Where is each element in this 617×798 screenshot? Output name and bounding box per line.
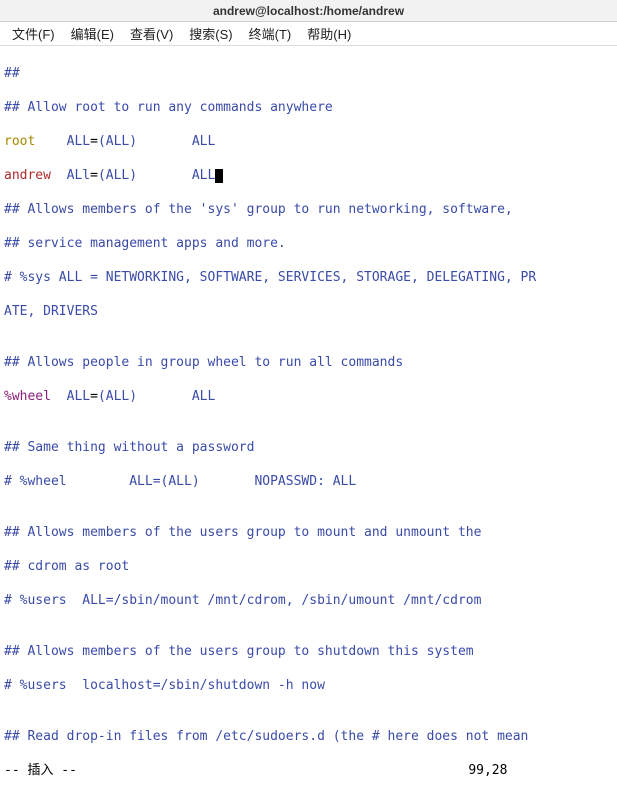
text-line: # %sys ALL = NETWORKING, SOFTWARE, SERVI… bbox=[4, 269, 613, 286]
menubar: 文件(F) 编辑(E) 查看(V) 搜索(S) 终端(T) 帮助(H) bbox=[0, 22, 617, 46]
text-cursor bbox=[215, 169, 223, 183]
menu-terminal[interactable]: 终端(T) bbox=[241, 24, 300, 43]
sudoers-user-andrew: andrew bbox=[4, 168, 51, 183]
menu-edit[interactable]: 编辑(E) bbox=[63, 24, 122, 43]
vim-cursor-position: 99,28 bbox=[468, 763, 507, 778]
text-line: # %wheel ALL=(ALL) NOPASSWD: ALL bbox=[4, 473, 613, 490]
text-line: ## Allows people in group wheel to run a… bbox=[4, 354, 613, 371]
text-line: root ALL=(ALL) ALL bbox=[4, 133, 613, 150]
window-title: andrew@localhost:/home/andrew bbox=[0, 0, 617, 22]
text-line: ## Allows members of the users group to … bbox=[4, 643, 613, 660]
equals-sign: = bbox=[90, 389, 98, 404]
menu-view[interactable]: 查看(V) bbox=[122, 24, 181, 43]
text-line: ## cdrom as root bbox=[4, 558, 613, 575]
vim-status-line: -- 插入 -- 99,28 bbox=[4, 762, 613, 779]
text-line: %wheel ALL=(ALL) ALL bbox=[4, 388, 613, 405]
text-line: ## bbox=[4, 65, 613, 82]
menu-help[interactable]: 帮助(H) bbox=[299, 24, 359, 43]
terminal-content[interactable]: ## ## Allow root to run any commands any… bbox=[0, 46, 617, 798]
text-line: # %users ALL=/sbin/mount /mnt/cdrom, /sb… bbox=[4, 592, 613, 609]
menu-file[interactable]: 文件(F) bbox=[4, 24, 63, 43]
equals-sign: = bbox=[90, 134, 98, 149]
text-line: ## Read drop-in files from /etc/sudoers.… bbox=[4, 728, 613, 745]
text-line: ## Allows members of the users group to … bbox=[4, 524, 613, 541]
text-span: ALL bbox=[51, 389, 90, 404]
text-span: ALL bbox=[35, 134, 90, 149]
text-span: (ALL) ALL bbox=[98, 134, 215, 149]
text-line: ## Allow root to run any commands anywhe… bbox=[4, 99, 613, 116]
text-line: ## Same thing without a password bbox=[4, 439, 613, 456]
text-line: ## Allows members of the 'sys' group to … bbox=[4, 201, 613, 218]
sudoers-user-root: root bbox=[4, 134, 35, 149]
equals-sign: = bbox=[90, 168, 98, 183]
text-span: (ALL) ALL bbox=[98, 168, 215, 183]
text-span: ALl bbox=[51, 168, 90, 183]
vim-mode: -- 插入 -- bbox=[4, 763, 77, 778]
text-line: # %users localhost=/sbin/shutdown -h now bbox=[4, 677, 613, 694]
menu-search[interactable]: 搜索(S) bbox=[181, 24, 240, 43]
text-line: ATE, DRIVERS bbox=[4, 303, 613, 320]
text-span: (ALL) ALL bbox=[98, 389, 215, 404]
text-line: andrew ALl=(ALL) ALL bbox=[4, 167, 613, 184]
sudoers-group-wheel: %wheel bbox=[4, 389, 51, 404]
text-line: ## service management apps and more. bbox=[4, 235, 613, 252]
